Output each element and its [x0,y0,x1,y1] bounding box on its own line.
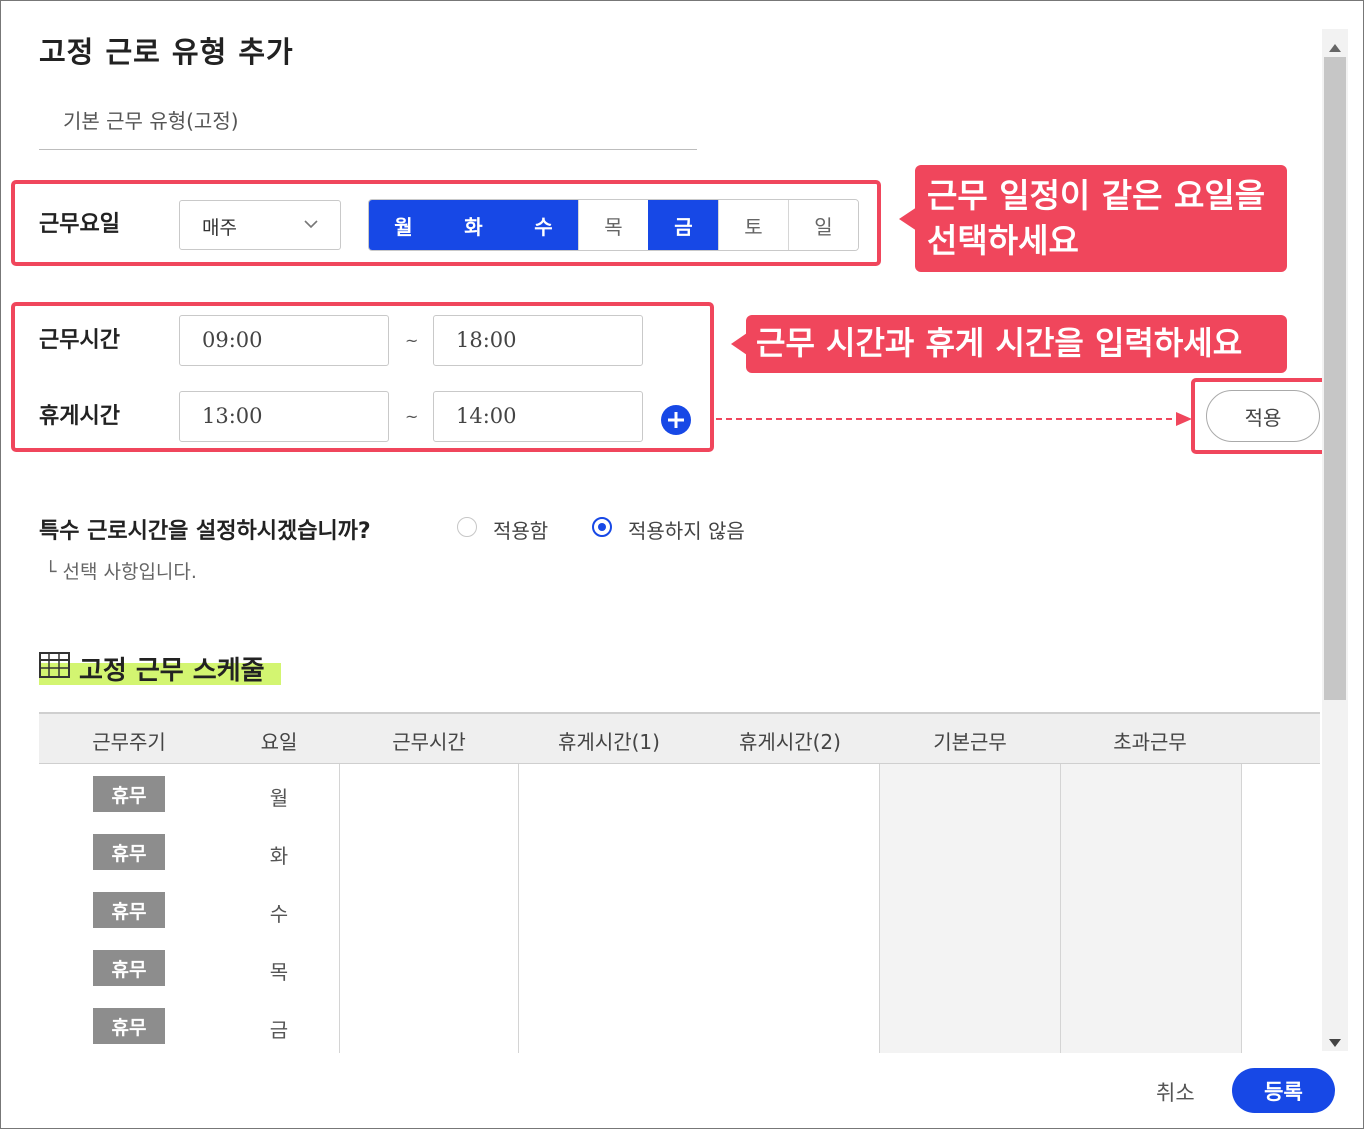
col-header-break-1: 휴게시간(1) [558,730,660,754]
day-toggle-fri[interactable]: 금 [648,200,718,250]
row-day: 화 [269,844,289,868]
col-header-break-2: 휴게시간(2) [739,730,841,754]
rest-badge: 휴무 [93,892,165,928]
cancel-button[interactable]: 취소 [1156,1077,1195,1107]
col-header-day: 요일 [260,730,298,754]
row-day: 월 [269,786,289,810]
col-header-overtime: 초과근무 [1113,730,1187,754]
column-divider [1060,764,1061,1053]
dashed-arrow [716,412,1192,426]
radio-not-apply[interactable] [592,517,612,537]
dialog: 고정 근로 유형 추가 기본 근무 유형(고정) 근무요일 매주 월 화 수 목… [0,0,1364,1129]
break-time-label: 휴게시간 [39,404,120,429]
scroll-up-icon[interactable] [1329,37,1341,56]
work-time-separator: ~ [405,331,419,350]
break-end-time-input[interactable]: 14:00 [433,391,643,442]
scroll-down-icon[interactable] [1329,1032,1341,1051]
row-day: 금 [269,1018,289,1042]
callout-pointer [731,333,747,355]
apply-button[interactable]: 적용 [1206,390,1320,442]
subtitle-divider [39,149,697,150]
day-toggle-sun[interactable]: 일 [788,200,858,250]
day-toggle-mon[interactable]: 월 [369,200,438,250]
radio-not-apply-label[interactable]: 적용하지 않음 [628,515,745,544]
day-toggle-tue[interactable]: 화 [438,200,508,250]
work-start-time-input[interactable]: 09:00 [179,315,389,366]
radio-apply-label[interactable]: 적용함 [493,515,548,544]
work-type-subtitle: 기본 근무 유형(고정) [63,109,239,133]
radio-apply[interactable] [457,517,477,537]
dialog-title: 고정 근로 유형 추가 [39,35,294,69]
frequency-select[interactable]: 매주 [179,200,341,250]
col-header-regular: 기본근무 [933,730,1007,754]
work-end-time-input[interactable]: 18:00 [433,315,643,366]
break-time-separator: ~ [405,407,419,426]
plus-circle-icon[interactable] [660,404,692,440]
rest-badge: 휴무 [93,776,165,812]
rest-badge: 휴무 [93,950,165,986]
weekday-selector: 월 화 수 목 금 토 일 [368,199,859,251]
optional-note: └ 선택 사항입니다. [45,561,197,583]
scrollbar-thumb[interactable] [1324,57,1346,700]
row-day: 목 [269,960,289,984]
special-hours-question: 특수 근로시간을 설정하시겠습니까? [39,519,371,544]
table-grid-icon [39,652,70,682]
column-divider [339,764,340,1053]
column-divider [879,764,880,1053]
work-time-label: 근무시간 [39,328,120,353]
column-divider [1241,764,1242,1053]
chevron-down-icon [302,215,320,237]
col-header-cycle: 근무주기 [92,730,166,754]
day-toggle-wed[interactable]: 수 [508,200,578,250]
break-start-time-input[interactable]: 13:00 [179,391,389,442]
row-day: 수 [269,902,289,926]
column-divider [518,764,519,1053]
frequency-value: 매주 [202,217,237,239]
day-toggle-sat[interactable]: 토 [718,200,788,250]
schedule-table-header: 근무주기 요일 근무시간 휴게시간(1) 휴게시간(2) 기본근무 초과근무 [39,712,1320,764]
rest-badge: 휴무 [93,1008,165,1044]
callout-select-days: 근무 일정이 같은 요일을 선택하세요 [915,165,1287,272]
workdays-label: 근무요일 [39,212,120,237]
schedule-section-title: 고정 근무 스케줄 [79,656,265,686]
day-toggle-thu[interactable]: 목 [578,200,648,250]
rest-badge: 휴무 [93,834,165,870]
callout-enter-times: 근무 시간과 휴게 시간을 입력하세요 [746,315,1287,373]
register-button[interactable]: 등록 [1232,1068,1335,1113]
col-header-work-time: 근무시간 [392,730,466,754]
